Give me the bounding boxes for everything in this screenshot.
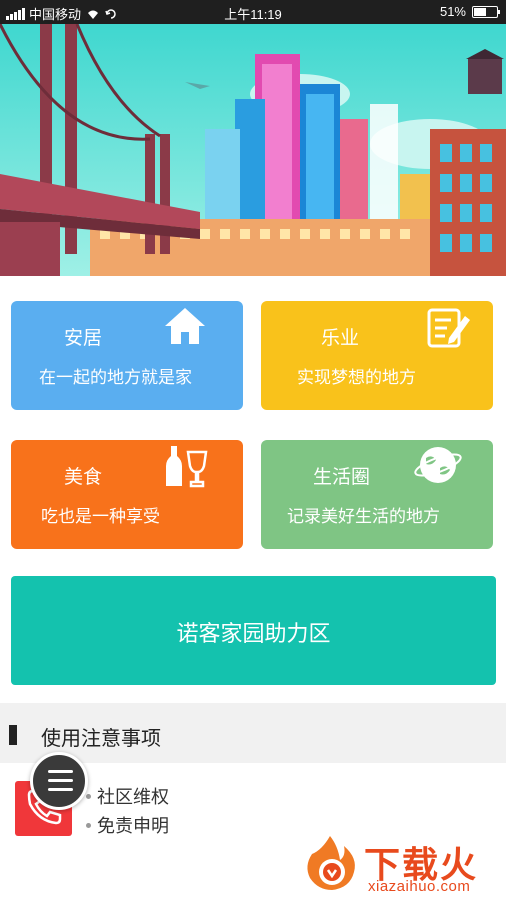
- help-zone-button[interactable]: 诺客家园助力区: [11, 576, 496, 685]
- wine-bottle-glass-icon: [166, 446, 208, 488]
- clock: 上午11:19: [224, 7, 282, 22]
- tile-meishi-title: 美食: [64, 467, 103, 488]
- globe-icon: [414, 447, 462, 483]
- list-item-disclaimer-label: 免责申明: [97, 816, 169, 836]
- section-title: 使用注意事项: [41, 728, 161, 750]
- floating-menu-button[interactable]: [30, 752, 88, 810]
- tile-anju-title: 安居: [64, 328, 103, 349]
- battery-icon: [472, 5, 500, 18]
- notepad-pencil-icon: [427, 308, 470, 348]
- watermark: 下载火 xiazaihuo.com: [300, 832, 500, 896]
- watermark-url: xiazaihuo.com: [368, 878, 471, 895]
- flame-logo-icon: [307, 836, 355, 890]
- tile-shenghuo-subtitle: 记录美好生活的地方: [287, 507, 440, 526]
- section-header: 使用注意事项: [0, 703, 506, 763]
- tile-leye-subtitle: 实现梦想的地方: [297, 368, 416, 387]
- tile-shenghuo-title: 生活圈: [313, 467, 371, 488]
- list-item-rights-label: 社区维权: [97, 787, 169, 807]
- tile-anju-subtitle: 在一起的地方就是家: [39, 368, 192, 387]
- section-marker: [9, 725, 17, 745]
- bullet-dot: [86, 793, 91, 799]
- tile-meishi-subtitle: 吃也是一种享受: [41, 507, 160, 526]
- house-icon: [165, 308, 205, 344]
- help-zone-label: 诺客家园助力区: [176, 621, 331, 646]
- list-item-disclaimer[interactable]: 免责申明: [86, 812, 169, 838]
- tile-shenghuo[interactable]: 生活圈 记录美好生活的地方: [261, 440, 493, 549]
- list-item-rights[interactable]: 社区维权: [86, 783, 169, 809]
- city-banner: [0, 24, 506, 276]
- battery-percent: 51%: [439, 4, 466, 19]
- tile-meishi[interactable]: 美食 吃也是一种享受: [11, 440, 243, 549]
- status-bar: 中国移动 上午11:19 51%: [0, 0, 506, 24]
- tile-leye-title: 乐业: [321, 328, 360, 349]
- tile-leye[interactable]: 乐业 实现梦想的地方: [261, 301, 493, 410]
- tile-anju[interactable]: 安居 在一起的地方就是家: [11, 301, 243, 410]
- bullet-dot: [86, 822, 91, 828]
